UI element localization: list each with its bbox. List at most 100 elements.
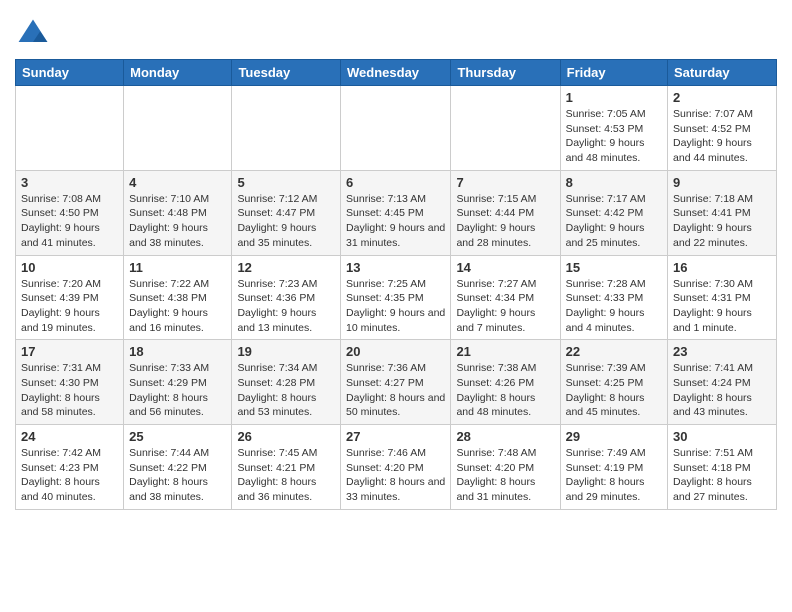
day-number: 25 bbox=[129, 429, 226, 444]
calendar-cell: 3 Sunrise: 7:08 AMSunset: 4:50 PMDaylight… bbox=[16, 170, 124, 255]
calendar-cell: 24 Sunrise: 7:42 AMSunset: 4:23 PMDayligh… bbox=[16, 425, 124, 510]
day-info: Sunrise: 7:08 AMSunset: 4:50 PMDaylight:… bbox=[21, 192, 118, 251]
day-info: Sunrise: 7:46 AMSunset: 4:20 PMDaylight:… bbox=[346, 446, 445, 505]
calendar-cell: 15 Sunrise: 7:28 AMSunset: 4:33 PMDayligh… bbox=[560, 255, 667, 340]
day-info: Sunrise: 7:42 AMSunset: 4:23 PMDaylight:… bbox=[21, 446, 118, 505]
day-number: 17 bbox=[21, 344, 118, 359]
day-info: Sunrise: 7:31 AMSunset: 4:30 PMDaylight:… bbox=[21, 361, 118, 420]
calendar-header-row: SundayMondayTuesdayWednesdayThursdayFrid… bbox=[16, 60, 777, 86]
calendar-cell: 5 Sunrise: 7:12 AMSunset: 4:47 PMDaylight… bbox=[232, 170, 341, 255]
calendar-cell: 14 Sunrise: 7:27 AMSunset: 4:34 PMDayligh… bbox=[451, 255, 560, 340]
calendar-cell: 20 Sunrise: 7:36 AMSunset: 4:27 PMDayligh… bbox=[341, 340, 451, 425]
calendar-cell bbox=[16, 86, 124, 171]
calendar-cell bbox=[124, 86, 232, 171]
day-number: 30 bbox=[673, 429, 771, 444]
calendar-cell: 11 Sunrise: 7:22 AMSunset: 4:38 PMDayligh… bbox=[124, 255, 232, 340]
calendar-header-wednesday: Wednesday bbox=[341, 60, 451, 86]
calendar-cell bbox=[451, 86, 560, 171]
calendar-cell: 18Sunrise: 7:33 AMSunset: 4:29 PMDayligh… bbox=[124, 340, 232, 425]
day-info: Sunrise: 7:07 AMSunset: 4:52 PMDaylight:… bbox=[673, 107, 771, 166]
day-info: Sunrise: 7:30 AMSunset: 4:31 PMDaylight:… bbox=[673, 277, 771, 336]
day-number: 13 bbox=[346, 260, 445, 275]
day-number: 5 bbox=[237, 175, 335, 190]
day-info: Sunrise: 7:05 AMSunset: 4:53 PMDaylight:… bbox=[566, 107, 662, 166]
day-info: Sunrise: 7:18 AMSunset: 4:41 PMDaylight:… bbox=[673, 192, 771, 251]
calendar-cell: 26Sunrise: 7:45 AMSunset: 4:21 PMDayligh… bbox=[232, 425, 341, 510]
day-info: Sunrise: 7:10 AMSunset: 4:48 PMDaylight:… bbox=[129, 192, 226, 251]
calendar-cell: 28 Sunrise: 7:48 AMSunset: 4:20 PMDayligh… bbox=[451, 425, 560, 510]
day-info: Sunrise: 7:20 AMSunset: 4:39 PMDaylight:… bbox=[21, 277, 118, 336]
day-number: 27 bbox=[346, 429, 445, 444]
calendar-table: SundayMondayTuesdayWednesdayThursdayFrid… bbox=[15, 59, 777, 510]
calendar-header-sunday: Sunday bbox=[16, 60, 124, 86]
day-info: Sunrise: 7:45 AMSunset: 4:21 PMDaylight:… bbox=[237, 446, 335, 505]
day-info: Sunrise: 7:13 AMSunset: 4:45 PMDaylight:… bbox=[346, 192, 445, 251]
day-number: 24 bbox=[21, 429, 118, 444]
calendar-cell: 29 Sunrise: 7:49 AMSunset: 4:19 PMDayligh… bbox=[560, 425, 667, 510]
logo-icon bbox=[15, 15, 51, 51]
day-info: Sunrise: 7:49 AMSunset: 4:19 PMDaylight:… bbox=[566, 446, 662, 505]
day-info: Sunrise: 7:44 AMSunset: 4:22 PMDaylight:… bbox=[129, 446, 226, 505]
calendar-week-row: 10 Sunrise: 7:20 AMSunset: 4:39 PMDayligh… bbox=[16, 255, 777, 340]
calendar-cell: 6 Sunrise: 7:13 AMSunset: 4:45 PMDaylight… bbox=[341, 170, 451, 255]
calendar-cell: 21 Sunrise: 7:38 AMSunset: 4:26 PMDayligh… bbox=[451, 340, 560, 425]
day-number: 9 bbox=[673, 175, 771, 190]
day-info: Sunrise: 7:12 AMSunset: 4:47 PMDaylight:… bbox=[237, 192, 335, 251]
day-number: 22 bbox=[566, 344, 662, 359]
calendar-week-row: 17 Sunrise: 7:31 AMSunset: 4:30 PMDayligh… bbox=[16, 340, 777, 425]
day-number: 11 bbox=[129, 260, 226, 275]
calendar-cell bbox=[232, 86, 341, 171]
calendar-week-row: 3 Sunrise: 7:08 AMSunset: 4:50 PMDaylight… bbox=[16, 170, 777, 255]
day-number: 4 bbox=[129, 175, 226, 190]
calendar-cell: 8 Sunrise: 7:17 AMSunset: 4:42 PMDaylight… bbox=[560, 170, 667, 255]
calendar-cell: 13 Sunrise: 7:25 AMSunset: 4:35 PMDayligh… bbox=[341, 255, 451, 340]
calendar-cell: 7 Sunrise: 7:15 AMSunset: 4:44 PMDaylight… bbox=[451, 170, 560, 255]
day-info: Sunrise: 7:51 AMSunset: 4:18 PMDaylight:… bbox=[673, 446, 771, 505]
calendar-cell: 27 Sunrise: 7:46 AMSunset: 4:20 PMDayligh… bbox=[341, 425, 451, 510]
day-info: Sunrise: 7:48 AMSunset: 4:20 PMDaylight:… bbox=[456, 446, 554, 505]
day-number: 20 bbox=[346, 344, 445, 359]
day-info: Sunrise: 7:36 AMSunset: 4:27 PMDaylight:… bbox=[346, 361, 445, 420]
calendar-cell: 2Sunrise: 7:07 AMSunset: 4:52 PMDaylight… bbox=[668, 86, 777, 171]
calendar-cell: 30 Sunrise: 7:51 AMSunset: 4:18 PMDayligh… bbox=[668, 425, 777, 510]
calendar-header-monday: Monday bbox=[124, 60, 232, 86]
calendar-cell: 12Sunrise: 7:23 AMSunset: 4:36 PMDayligh… bbox=[232, 255, 341, 340]
day-number: 28 bbox=[456, 429, 554, 444]
day-number: 21 bbox=[456, 344, 554, 359]
logo bbox=[15, 15, 55, 51]
day-number: 19 bbox=[237, 344, 335, 359]
day-info: Sunrise: 7:17 AMSunset: 4:42 PMDaylight:… bbox=[566, 192, 662, 251]
calendar-header-saturday: Saturday bbox=[668, 60, 777, 86]
day-info: Sunrise: 7:39 AMSunset: 4:25 PMDaylight:… bbox=[566, 361, 662, 420]
calendar-cell: 17 Sunrise: 7:31 AMSunset: 4:30 PMDayligh… bbox=[16, 340, 124, 425]
calendar-header-tuesday: Tuesday bbox=[232, 60, 341, 86]
day-info: Sunrise: 7:15 AMSunset: 4:44 PMDaylight:… bbox=[456, 192, 554, 251]
day-info: Sunrise: 7:27 AMSunset: 4:34 PMDaylight:… bbox=[456, 277, 554, 336]
day-info: Sunrise: 7:28 AMSunset: 4:33 PMDaylight:… bbox=[566, 277, 662, 336]
day-number: 10 bbox=[21, 260, 118, 275]
day-number: 3 bbox=[21, 175, 118, 190]
day-info: Sunrise: 7:34 AMSunset: 4:28 PMDaylight:… bbox=[237, 361, 335, 420]
day-number: 16 bbox=[673, 260, 771, 275]
day-number: 29 bbox=[566, 429, 662, 444]
calendar-cell: 4 Sunrise: 7:10 AMSunset: 4:48 PMDaylight… bbox=[124, 170, 232, 255]
calendar-cell: 9 Sunrise: 7:18 AMSunset: 4:41 PMDaylight… bbox=[668, 170, 777, 255]
day-number: 15 bbox=[566, 260, 662, 275]
calendar-cell bbox=[341, 86, 451, 171]
day-number: 18 bbox=[129, 344, 226, 359]
page-header bbox=[15, 10, 777, 51]
day-number: 14 bbox=[456, 260, 554, 275]
day-number: 1 bbox=[566, 90, 662, 105]
day-info: Sunrise: 7:38 AMSunset: 4:26 PMDaylight:… bbox=[456, 361, 554, 420]
day-number: 6 bbox=[346, 175, 445, 190]
day-number: 23 bbox=[673, 344, 771, 359]
calendar-cell: 16 Sunrise: 7:30 AMSunset: 4:31 PMDayligh… bbox=[668, 255, 777, 340]
calendar-week-row: 1 Sunrise: 7:05 AMSunset: 4:53 PMDaylight… bbox=[16, 86, 777, 171]
day-info: Sunrise: 7:22 AMSunset: 4:38 PMDaylight:… bbox=[129, 277, 226, 336]
day-info: Sunrise: 7:25 AMSunset: 4:35 PMDaylight:… bbox=[346, 277, 445, 336]
calendar-cell: 10 Sunrise: 7:20 AMSunset: 4:39 PMDayligh… bbox=[16, 255, 124, 340]
day-number: 8 bbox=[566, 175, 662, 190]
calendar-header-friday: Friday bbox=[560, 60, 667, 86]
calendar-cell: 23Sunrise: 7:41 AMSunset: 4:24 PMDayligh… bbox=[668, 340, 777, 425]
day-number: 7 bbox=[456, 175, 554, 190]
